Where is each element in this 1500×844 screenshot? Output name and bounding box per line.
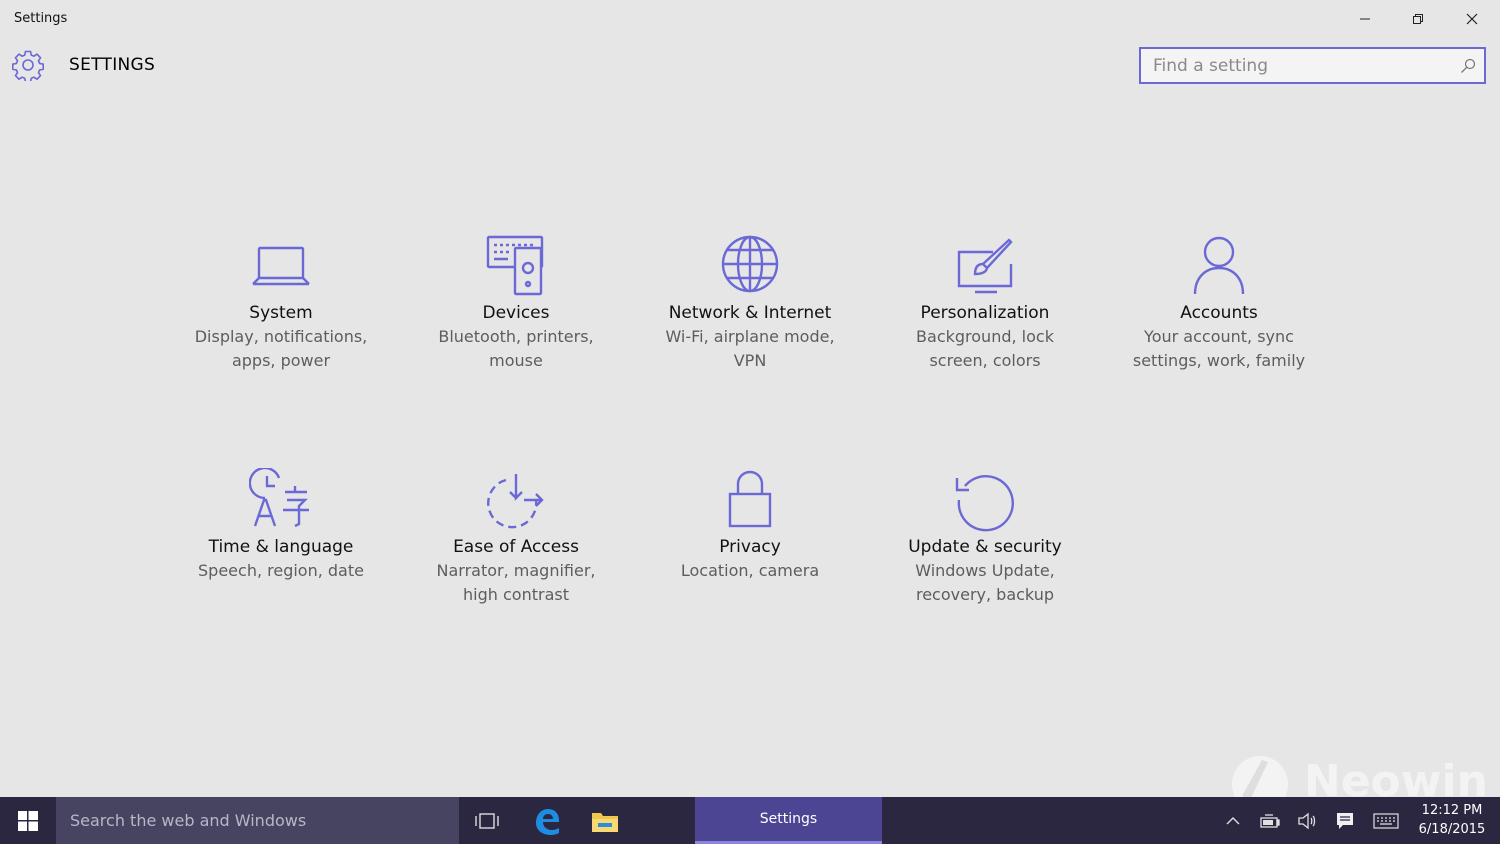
laptop-icon [252, 246, 310, 286]
devices-icon [486, 235, 544, 296]
tile-description: Background, lock screen, colors [916, 327, 1054, 370]
tile-description: Wi-Fi, airplane mode, VPN [665, 327, 835, 370]
touch-keyboard-button[interactable] [1368, 797, 1404, 844]
speaker-icon [1298, 812, 1316, 829]
tile-description: Speech, region, date [198, 561, 364, 580]
gear-icon [12, 50, 44, 81]
page-title: SETTINGS [69, 55, 156, 75]
taskbar: Search the web and Windows Settings 12:1… [0, 797, 1500, 844]
time-language-icon [249, 468, 309, 528]
tile-title: Personalization [920, 303, 1050, 323]
volume-tray-button[interactable] [1289, 797, 1325, 844]
person-icon [1193, 236, 1245, 295]
tile-network-internet[interactable]: Network & Internet Wi-Fi, airplane mode,… [645, 234, 855, 424]
tile-title: Accounts [1180, 303, 1258, 323]
taskbar-clock[interactable]: 12:12 PM 6/18/2015 [1408, 801, 1496, 839]
window-title: Settings [14, 11, 68, 26]
search-icon[interactable] [1460, 58, 1476, 74]
clock-date: 6/18/2015 [1418, 822, 1486, 837]
tile-title: Privacy [719, 537, 781, 557]
action-center-icon [1337, 812, 1353, 829]
tile-title: Devices [482, 303, 550, 323]
taskbar-search-box[interactable]: Search the web and Windows [56, 797, 459, 844]
tile-accounts[interactable]: Accounts Your account, sync settings, wo… [1114, 234, 1324, 424]
tile-title: Time & language [208, 537, 354, 557]
tile-description: Location, camera [680, 561, 820, 580]
update-icon [955, 475, 1014, 532]
minimize-button[interactable] [1338, 0, 1392, 38]
search-input[interactable] [1141, 49, 1484, 82]
battery-tray-button[interactable] [1252, 797, 1288, 844]
windows-logo-icon [18, 810, 38, 831]
tile-title: Ease of Access [453, 537, 579, 557]
tile-description: Narrator, magnifier, high contrast [436, 561, 596, 604]
taskbar-search-placeholder: Search the web and Windows [70, 811, 307, 830]
tile-personalization[interactable]: Personalization Background, lock screen,… [880, 234, 1090, 424]
tile-title: Update & security [908, 537, 1062, 557]
globe-icon [721, 235, 779, 293]
task-view-button[interactable] [458, 797, 516, 844]
tile-description: Your account, sync settings, work, famil… [1132, 327, 1306, 370]
tile-title: System [249, 303, 313, 323]
close-icon [1466, 13, 1478, 25]
tile-system[interactable]: System Display, notifications, apps, pow… [176, 234, 386, 424]
task-view-icon [475, 812, 499, 829]
action-center-button[interactable] [1327, 797, 1363, 844]
folder-icon [592, 812, 618, 832]
tile-title: Network & Internet [668, 303, 832, 323]
ease-of-access-icon [487, 474, 544, 529]
tile-privacy[interactable]: Privacy Location, camera [645, 468, 855, 658]
tile-devices[interactable]: Devices Bluetooth, printers, mouse [411, 234, 621, 424]
file-explorer-button[interactable] [576, 797, 634, 844]
tile-time-language[interactable]: Time & language Speech, region, date [176, 468, 386, 658]
restore-button[interactable] [1391, 0, 1445, 38]
show-hidden-icons-button[interactable] [1215, 797, 1251, 844]
title-bar: Settings [0, 0, 1500, 38]
tile-ease-of-access[interactable]: Ease of Access Narrator, magnifier, high… [411, 468, 621, 658]
keyboard-icon [1373, 812, 1399, 829]
find-setting-search-box[interactable] [1139, 47, 1486, 84]
tile-description: Windows Update, recovery, backup [915, 561, 1055, 604]
tile-description: Bluetooth, printers, mouse [438, 327, 594, 370]
taskbar-app-settings[interactable]: Settings [695, 797, 882, 844]
paintbrush-icon [957, 238, 1013, 294]
chevron-up-icon [1226, 816, 1240, 824]
tile-update-security[interactable]: Update & security Windows Update, recove… [880, 468, 1090, 658]
lock-icon [728, 470, 772, 528]
clock-time: 12:12 PM [1421, 803, 1483, 818]
minimize-icon [1360, 18, 1370, 20]
edge-browser-button[interactable] [518, 797, 576, 844]
battery-icon [1260, 813, 1280, 828]
taskbar-app-label: Settings [759, 811, 818, 827]
edge-icon [536, 808, 559, 835]
close-button[interactable] [1445, 0, 1499, 38]
tile-description: Display, notifications, apps, power [194, 327, 368, 370]
start-button[interactable] [0, 797, 56, 844]
restore-icon [1413, 14, 1423, 24]
